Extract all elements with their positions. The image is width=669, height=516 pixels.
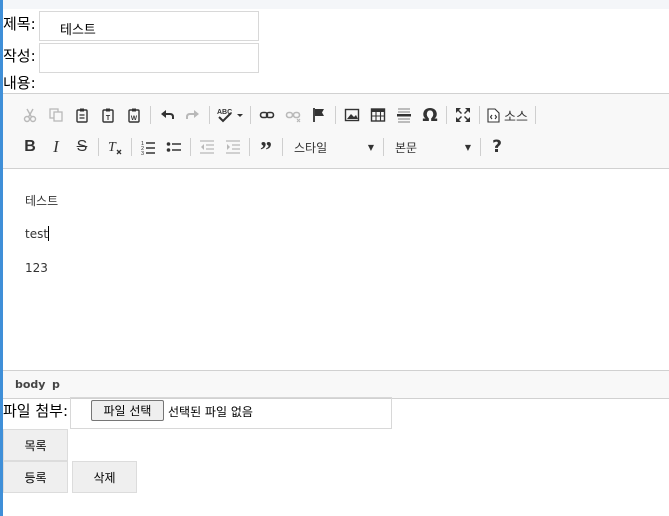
content-paragraph: 테스트 — [25, 194, 59, 208]
paste-text-icon[interactable]: T — [95, 102, 121, 128]
text-caret — [48, 226, 50, 241]
link-icon[interactable] — [254, 102, 280, 128]
indent-icon[interactable] — [220, 134, 246, 160]
paste-word-icon[interactable]: W — [121, 102, 147, 128]
element-path-bar: body p — [3, 370, 669, 398]
special-char-icon[interactable]: Ω — [417, 102, 443, 128]
toolbar-separator — [150, 106, 151, 124]
blockquote-icon[interactable]: ” — [253, 134, 279, 164]
editor-content-area[interactable]: 테스트 test 123 — [3, 169, 669, 369]
numbered-list-icon[interactable]: 123 — [135, 134, 161, 160]
maximize-icon[interactable] — [450, 102, 476, 128]
file-status: 선택된 파일 없음 — [168, 405, 253, 419]
chevron-down-icon: ▼ — [464, 142, 471, 152]
toolbar-separator — [131, 138, 132, 156]
author-label: 작성: — [3, 47, 36, 65]
attach-label: 파일 첨부: — [3, 402, 69, 420]
path-item-body[interactable]: body — [15, 378, 45, 391]
horizontal-rule-icon[interactable] — [391, 102, 417, 128]
rich-text-editor: T W ABC Ω 소스 B I S T 1 2 3 ” 스타일 ▼ 본문 ▼ … — [3, 93, 669, 399]
content-paragraph-with-caret: test — [25, 226, 50, 241]
content-paragraph: 123 — [25, 261, 48, 275]
list-button[interactable]: 목록 — [3, 429, 68, 461]
toolbar-separator — [335, 106, 336, 124]
svg-text:T: T — [106, 115, 111, 122]
bulleted-list-icon[interactable] — [161, 134, 187, 160]
toolbar-separator — [209, 106, 210, 124]
format-combo-label: 본문 — [395, 140, 418, 155]
format-combo[interactable]: 본문 ▼ — [387, 136, 477, 158]
source-button[interactable]: 소스 — [483, 102, 532, 128]
toolbar-separator — [250, 106, 251, 124]
cut-icon[interactable] — [17, 102, 43, 128]
style-combo[interactable]: 스타일 ▼ — [286, 136, 380, 158]
source-label: 소스 — [504, 109, 528, 125]
paste-icon[interactable] — [69, 102, 95, 128]
strikethrough-icon[interactable]: S — [69, 134, 95, 160]
path-item-p[interactable]: p — [52, 378, 60, 391]
file-select-button[interactable]: 파일 선택 — [91, 400, 164, 421]
title-input[interactable]: 테스트 — [39, 11, 259, 41]
toolbar-separator — [282, 138, 283, 156]
svg-text:T: T — [108, 140, 117, 155]
top-strip — [0, 0, 669, 9]
title-input-value: 테스트 — [60, 23, 96, 38]
content-paragraph: test — [25, 227, 49, 241]
copy-icon[interactable] — [43, 102, 69, 128]
svg-text:W: W — [131, 115, 138, 122]
redo-icon[interactable] — [180, 102, 206, 128]
svg-text:3: 3 — [141, 151, 144, 155]
register-button[interactable]: 등록 — [3, 461, 68, 493]
unlink-icon[interactable] — [280, 102, 306, 128]
bold-icon[interactable]: B — [17, 134, 43, 160]
outdent-icon[interactable] — [194, 134, 220, 160]
author-input[interactable] — [39, 43, 259, 73]
table-icon[interactable] — [365, 102, 391, 128]
toolbar-separator — [98, 138, 99, 156]
toolbar-separator — [446, 106, 447, 124]
toolbar-separator — [479, 106, 480, 124]
toolbar-separator — [383, 138, 384, 156]
spellcheck-icon[interactable]: ABC — [213, 102, 247, 128]
toolbar-row-2: B I S T 123 ” 스타일 ▼ 본문 ▼ ? — [17, 134, 510, 164]
anchor-flag-icon[interactable] — [306, 102, 332, 128]
undo-icon[interactable] — [154, 102, 180, 128]
toolbar-separator — [534, 106, 536, 124]
remove-format-icon[interactable]: T — [102, 134, 128, 160]
toolbar-separator — [249, 138, 250, 156]
editor-toolbar: T W ABC Ω 소스 B I S T 1 2 3 ” 스타일 ▼ 본문 ▼ … — [3, 94, 669, 169]
toolbar-separator — [190, 138, 191, 156]
help-icon[interactable]: ? — [484, 134, 510, 160]
italic-icon[interactable]: I — [43, 134, 69, 160]
toolbar-separator — [480, 138, 481, 156]
source-icon — [487, 107, 500, 123]
image-icon[interactable] — [339, 102, 365, 128]
style-combo-label: 스타일 — [294, 140, 328, 155]
toolbar-row-1: T W ABC Ω 소스 — [17, 102, 539, 128]
chevron-down-icon: ▼ — [367, 142, 374, 152]
title-label: 제목: — [3, 15, 36, 33]
delete-button[interactable]: 삭제 — [72, 461, 137, 493]
content-label: 내용: — [3, 74, 36, 92]
